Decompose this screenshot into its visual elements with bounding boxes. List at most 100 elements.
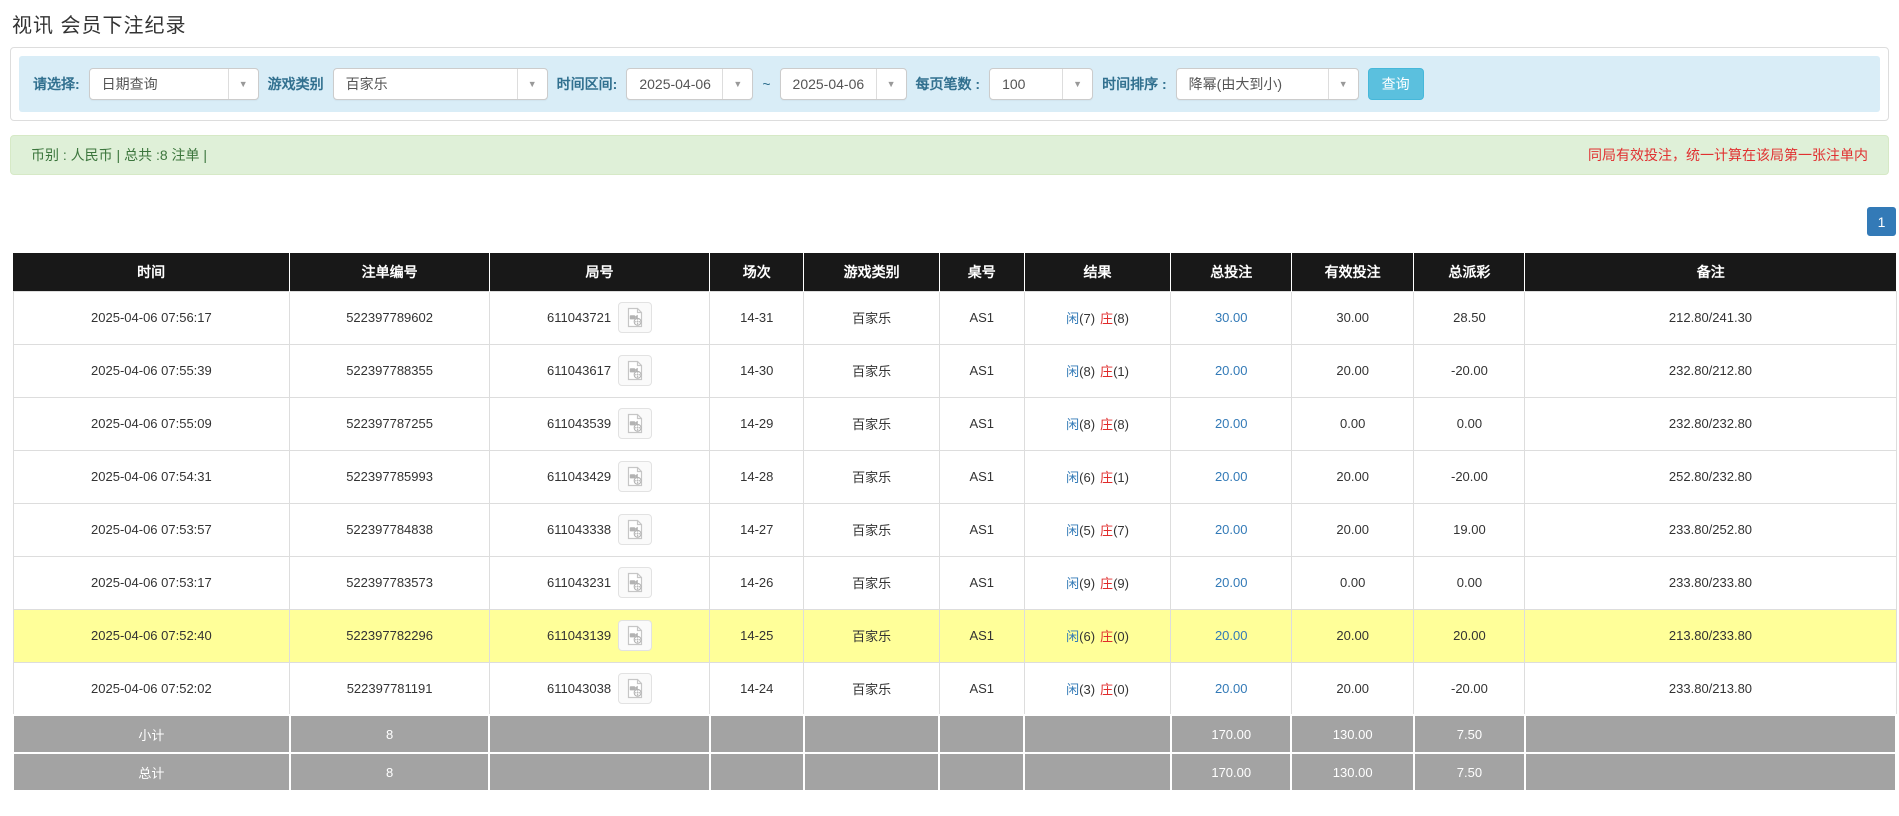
summary-total-bet: 170.00: [1169, 752, 1293, 792]
round-number: 611043721: [546, 310, 612, 325]
search-button[interactable]: 查询: [1367, 68, 1424, 100]
page-size-value: 100: [1002, 76, 1026, 92]
result-banker-points: (1): [1113, 470, 1129, 485]
total-bet-link[interactable]: 30.00: [1215, 310, 1248, 325]
cell-table-number: AS1: [938, 661, 1025, 716]
total-bet-link[interactable]: 20.00: [1215, 522, 1248, 537]
video-replay-button[interactable]: [618, 567, 653, 598]
table-row: 2025-04-06 07:52:02 522397781191 6110430…: [12, 661, 1897, 716]
cell-valid-bet: 20.00: [1290, 502, 1415, 557]
cell-total-bet: 20.00: [1170, 502, 1292, 557]
cell-valid-bet: 20.00: [1290, 661, 1415, 716]
cell-time: 2025-04-06 07:53:17: [12, 555, 291, 610]
cell-payout: -20.00: [1413, 661, 1526, 716]
result-player-label: 闲: [1066, 364, 1080, 379]
cell-total-bet: 20.00: [1170, 343, 1292, 398]
result-player-points: (6): [1079, 629, 1096, 644]
total-bet-link[interactable]: 20.00: [1215, 575, 1248, 590]
video-replay-button[interactable]: [618, 620, 653, 651]
cell-total-bet: 20.00: [1170, 661, 1292, 716]
video-replay-button[interactable]: [618, 514, 653, 545]
table-row: 2025-04-06 07:54:31 522397785993 6110434…: [12, 449, 1897, 504]
cell-round-number: 611043429: [488, 449, 711, 504]
table-row: 2025-04-06 07:53:57 522397784838 6110433…: [12, 502, 1897, 557]
cell-total-bet: 30.00: [1170, 290, 1292, 345]
cell-game-type: 百家乐: [803, 661, 940, 716]
cell-remark: 233.80/233.80: [1524, 555, 1897, 610]
page-size-select[interactable]: 100 ▼: [989, 68, 1094, 100]
cell-total-bet: 20.00: [1170, 396, 1292, 451]
video-replay-button[interactable]: [618, 461, 653, 492]
cell-result: 闲(6) 庄(0): [1023, 608, 1172, 663]
cell-session: 14-30: [709, 343, 805, 398]
sort-order-select[interactable]: 降幂(由大到小) ▼: [1175, 68, 1359, 100]
video-replay-icon: [627, 678, 643, 698]
cell-time: 2025-04-06 07:55:39: [12, 343, 291, 398]
result-player-label: 闲: [1066, 417, 1080, 432]
round-number: 611043617: [546, 363, 612, 378]
summary-valid-bet: 130.00: [1290, 752, 1415, 792]
cell-game-type: 百家乐: [803, 449, 940, 504]
game-type-label: 游戏类别: [267, 76, 324, 92]
result-banker-points: (8): [1113, 311, 1129, 326]
result-player-label: 闲: [1066, 629, 1080, 644]
chevron-down-icon: ▼: [1062, 69, 1092, 99]
date-from-select[interactable]: 2025-04-06 ▼: [626, 68, 754, 100]
cell-result: 闲(3) 庄(0): [1023, 661, 1172, 716]
video-replay-button[interactable]: [618, 672, 653, 704]
cell-remark: 233.80/252.80: [1524, 502, 1897, 557]
cell-session: 14-29: [709, 396, 805, 451]
column-header: 桌号: [939, 253, 1025, 291]
cell-bet-number: 522397788355: [289, 343, 490, 398]
game-type-select[interactable]: 百家乐 ▼: [332, 68, 548, 100]
total-bet-link[interactable]: 20.00: [1215, 469, 1248, 484]
summary-remark: [1523, 714, 1898, 754]
query-type-label: 请选择:: [33, 76, 80, 92]
result-banker-label: 庄: [1100, 523, 1114, 538]
cell-round-number: 611043539: [488, 396, 711, 451]
cell-session: 14-24: [709, 661, 805, 716]
summary-currency-text: 币别 : 人民币 | 总共 :8 注单 |: [31, 147, 208, 163]
total-bet-link[interactable]: 20.00: [1215, 681, 1248, 696]
filter-bar: 请选择: 日期查询 ▼ 游戏类别 百家乐 ▼ 时间区间: 2025-04-06 …: [19, 56, 1880, 112]
total-bet-link[interactable]: 20.00: [1215, 416, 1248, 431]
video-replay-button[interactable]: [618, 302, 653, 333]
chevron-down-icon: ▼: [227, 69, 258, 99]
cell-table-number: AS1: [938, 502, 1025, 557]
round-number: 611043038: [546, 680, 612, 696]
summary-row-label: 小计: [12, 714, 291, 754]
column-header: 场次: [709, 253, 805, 291]
cell-table-number: AS1: [938, 449, 1025, 504]
total-bet-link[interactable]: 20.00: [1215, 363, 1248, 378]
cell-session: 14-26: [709, 555, 805, 610]
cell-result: 闲(9) 庄(9): [1023, 555, 1172, 610]
cell-remark: 252.80/232.80: [1524, 449, 1897, 504]
date-to-select[interactable]: 2025-04-06 ▼: [779, 68, 907, 100]
result-player-points: (7): [1079, 311, 1096, 326]
cell-valid-bet: 20.00: [1290, 449, 1415, 504]
video-replay-icon: [627, 307, 643, 328]
cell-valid-bet: 30.00: [1290, 290, 1415, 345]
result-banker-points: (8): [1113, 417, 1129, 432]
chevron-down-icon: ▼: [722, 69, 752, 99]
result-player-points: (3): [1079, 681, 1096, 697]
table-row: 2025-04-06 07:55:39 522397788355 6110436…: [12, 343, 1897, 398]
summary-payout: 7.50: [1412, 752, 1526, 792]
result-banker-label: 庄: [1100, 576, 1114, 591]
column-header: 结果: [1024, 253, 1172, 291]
summary-row: 小计 8 170.00 130.00 7.50: [12, 714, 1898, 754]
cell-remark: 232.80/212.80: [1524, 343, 1897, 398]
video-replay-icon: [627, 466, 643, 487]
result-banker-label: 庄: [1100, 417, 1114, 432]
query-type-select[interactable]: 日期查询 ▼: [88, 68, 259, 100]
time-range-label: 时间区间:: [556, 76, 618, 92]
pagination-page-1[interactable]: 1: [1867, 207, 1896, 236]
sort-order-value: 降幂(由大到小): [1188, 76, 1282, 92]
cell-bet-number: 522397787255: [289, 396, 490, 451]
cell-result: 闲(7) 庄(8): [1023, 290, 1172, 345]
total-bet-link[interactable]: 20.00: [1215, 628, 1248, 643]
video-replay-button[interactable]: [618, 355, 653, 386]
summary-valid-bet: 130.00: [1290, 714, 1415, 754]
video-replay-button[interactable]: [618, 408, 653, 439]
summary-row-label: 总计: [12, 752, 291, 792]
